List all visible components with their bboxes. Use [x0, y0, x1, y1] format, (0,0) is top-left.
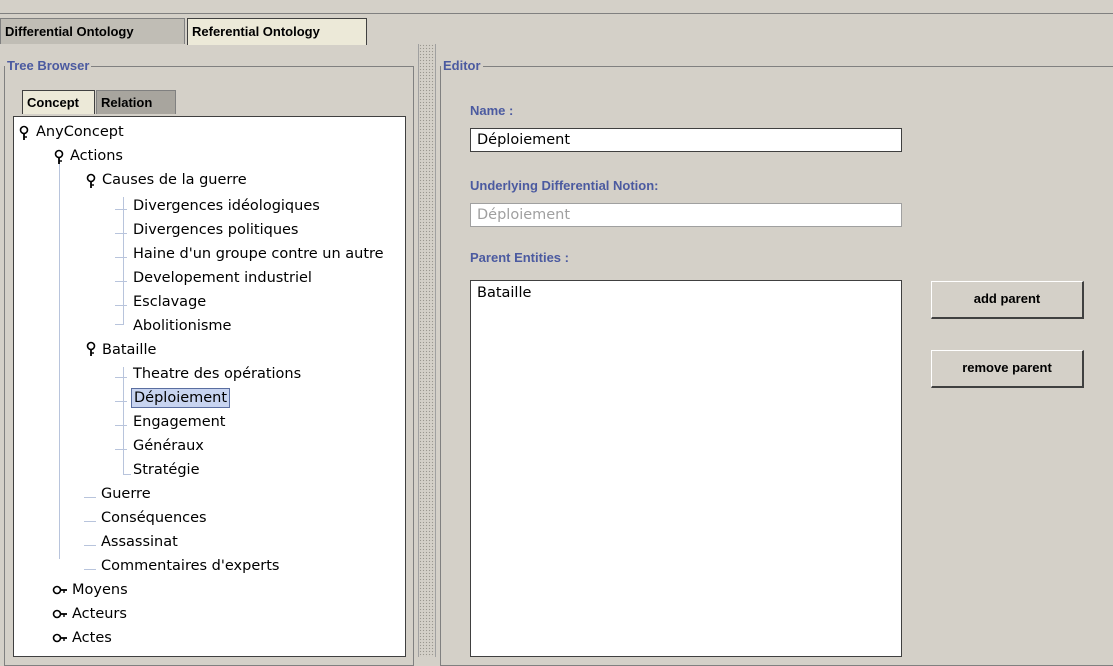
- tree-node[interactable]: Actes: [70, 627, 114, 649]
- concept-tree[interactable]: AnyConcept Actions Causes de la guerre D…: [13, 116, 406, 657]
- tree-node[interactable]: Acteurs: [70, 603, 129, 625]
- tree-node-label: Theatre des opérations: [133, 366, 302, 382]
- tab-differential-ontology[interactable]: Differential Ontology: [0, 18, 185, 44]
- tree-node-label: Déploiement: [131, 388, 231, 408]
- tree-node-label: Conséquences: [101, 510, 207, 526]
- name-label: Name :: [470, 103, 514, 118]
- tree-node-label: Acteurs: [72, 606, 127, 622]
- tree-node[interactable]: Abolitionisme: [131, 315, 233, 337]
- tree-node-label: Divergences idéologiques: [133, 198, 320, 214]
- tree-node[interactable]: AnyConcept: [34, 121, 126, 143]
- parent-entities-list[interactable]: Bataille: [470, 280, 902, 657]
- tree-node[interactable]: Theatre des opérations: [131, 363, 303, 385]
- tree-node[interactable]: Conséquences: [99, 507, 209, 529]
- tree-node[interactable]: Guerre: [99, 483, 153, 505]
- tree-node-selected[interactable]: Déploiement: [131, 387, 231, 409]
- split-pane-divider[interactable]: [418, 44, 436, 657]
- tree-node[interactable]: Esclavage: [131, 291, 208, 313]
- tree-node-label: Assassinat: [101, 534, 178, 550]
- tree-node-label: Abolitionisme: [133, 318, 232, 334]
- tree-node[interactable]: Assassinat: [99, 531, 180, 553]
- underlying-notion-label: Underlying Differential Notion:: [470, 178, 659, 193]
- tree-node-label: Commentaires d'experts: [101, 558, 280, 574]
- subtab-concept[interactable]: Concept: [22, 90, 95, 114]
- tree-node-label: Esclavage: [133, 294, 207, 310]
- remove-parent-button[interactable]: remove parent: [931, 350, 1084, 388]
- tree-node[interactable]: Généraux: [131, 435, 206, 457]
- collapsed-handle-icon[interactable]: [51, 629, 69, 647]
- tree-node[interactable]: Commentaires d'experts: [99, 555, 281, 577]
- tree-node[interactable]: Actions: [68, 145, 125, 167]
- list-item[interactable]: Bataille: [471, 281, 901, 305]
- tree-node-label: Haine d'un groupe contre un autre: [133, 246, 384, 262]
- tree-node-label: Stratégie: [133, 462, 200, 478]
- tree-node[interactable]: Haine d'un groupe contre un autre: [131, 243, 386, 265]
- add-parent-button[interactable]: add parent: [931, 281, 1084, 319]
- tree-node[interactable]: Stratégie: [131, 459, 202, 481]
- tree-node[interactable]: Divergences politiques: [131, 219, 301, 241]
- name-field[interactable]: Déploiement: [470, 128, 902, 152]
- tree-node-label: Bataille: [102, 342, 157, 358]
- tree-node[interactable]: Divergences idéologiques: [131, 195, 322, 217]
- tree-browser-title: Tree Browser: [5, 58, 92, 74]
- tree-node[interactable]: Bataille: [100, 339, 158, 361]
- editor-title: Editor: [441, 58, 483, 74]
- collapsed-handle-icon[interactable]: [51, 581, 69, 599]
- tree-node[interactable]: Causes de la guerre: [100, 169, 249, 191]
- tree-node-label: Divergences politiques: [133, 222, 299, 238]
- subtab-relation[interactable]: Relation: [96, 90, 176, 114]
- tree-node[interactable]: Developement industriel: [131, 267, 314, 289]
- parent-entities-label: Parent Entities :: [470, 250, 569, 265]
- tree-node-label: AnyConcept: [36, 124, 124, 140]
- tree-node-label: Moyens: [72, 582, 128, 598]
- tree-node-label: Généraux: [133, 438, 204, 454]
- tree-node-label: Engagement: [133, 414, 226, 430]
- tree-node-label: Actions: [70, 148, 123, 164]
- tree-node-label: Actes: [72, 630, 112, 646]
- underlying-notion-field: Déploiement: [470, 203, 902, 227]
- tab-referential-ontology[interactable]: Referential Ontology: [187, 18, 367, 45]
- tree-node-label: Guerre: [101, 486, 151, 502]
- collapsed-handle-icon[interactable]: [51, 605, 69, 623]
- tree-node[interactable]: Moyens: [70, 579, 130, 601]
- tree-node-label: Causes de la guerre: [102, 172, 247, 188]
- tree-node[interactable]: Engagement: [131, 411, 228, 433]
- tree-node-label: Developement industriel: [133, 270, 312, 286]
- tab-strip-divider: [0, 13, 1113, 14]
